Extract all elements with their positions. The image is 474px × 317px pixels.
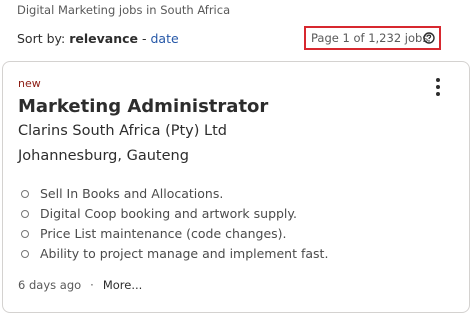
sort-bar: Sort by: relevance - date [17, 31, 179, 46]
company-name: Clarins South Africa (Pty) Ltd [18, 123, 227, 139]
search-subtitle: Digital Marketing jobs in South Africa [17, 3, 231, 17]
snippet-item: Ability to project manage and implement … [18, 244, 328, 264]
new-badge: new [18, 77, 41, 90]
sort-relevance: relevance [69, 31, 138, 46]
sort-separator: - [138, 31, 151, 46]
question-circle-icon[interactable] [423, 32, 435, 44]
page-count-text: Page 1 of 1,232 jobs [311, 31, 429, 45]
more-link[interactable]: More... [103, 278, 142, 292]
snippet-item: Price List maintenance (code changes). [18, 224, 328, 244]
page-count-highlight: Page 1 of 1,232 jobs [304, 26, 441, 50]
sort-date-link[interactable]: date [150, 31, 178, 46]
job-snippet: Sell In Books and Allocations. Digital C… [18, 184, 328, 264]
job-card[interactable]: new Marketing Administrator Clarins Sout… [2, 61, 470, 313]
separator-dot: · [90, 278, 94, 292]
posted-date: 6 days ago [18, 278, 82, 292]
job-title[interactable]: Marketing Administrator [18, 96, 268, 117]
job-footer: 6 days ago · More... [18, 278, 142, 292]
snippet-item: Digital Coop booking and artwork supply. [18, 204, 328, 224]
snippet-item: Sell In Books and Allocations. [18, 184, 328, 204]
sort-prefix: Sort by: [17, 31, 66, 46]
job-location: Johannesburg, Gauteng [18, 148, 189, 164]
more-vertical-icon[interactable] [433, 78, 443, 100]
